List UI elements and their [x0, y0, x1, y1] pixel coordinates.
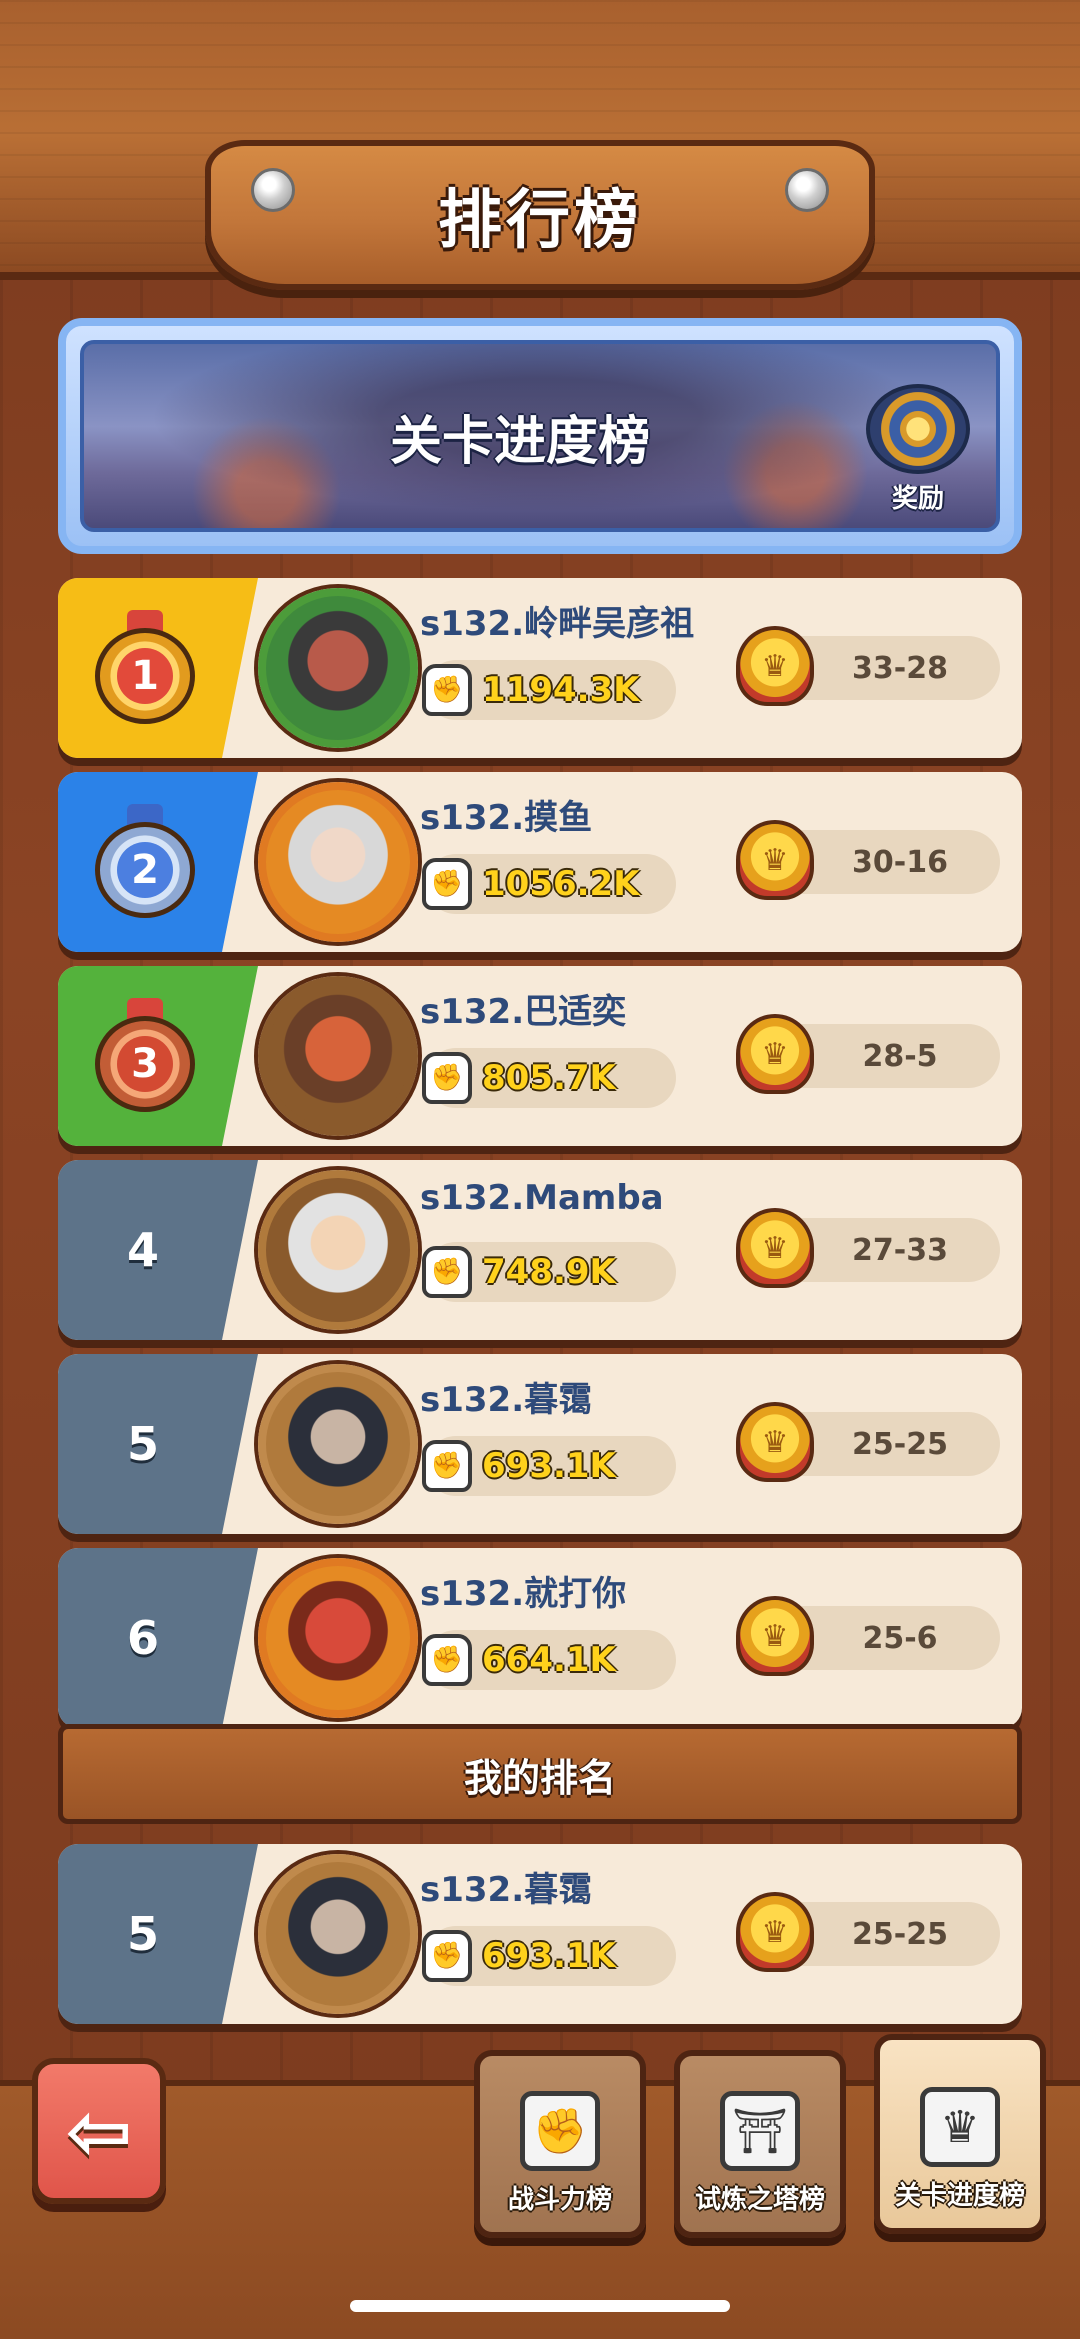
rank-number: 3: [117, 1036, 173, 1092]
fist-icon: ✊: [422, 858, 472, 910]
avatar[interactable]: [258, 782, 418, 942]
rank-number: 4: [126, 1223, 159, 1277]
power-badge: ✊ 748.9K: [422, 1242, 676, 1302]
rank-panel: 3: [58, 966, 258, 1146]
my-rank-title: 我的排名: [463, 1755, 616, 1800]
crown-badge-icon: ♛: [736, 820, 814, 900]
avatar[interactable]: [258, 588, 418, 748]
tab-label: 试炼之塔榜: [694, 2185, 825, 2215]
bolt-icon: [251, 168, 295, 212]
player-name: s132.暮霭: [420, 1870, 593, 1910]
power-badge: ✊ 664.1K: [422, 1630, 676, 1690]
leaderboard-banner: 关卡进度榜 奖励: [58, 318, 1022, 554]
crown-shield-icon: ♛: [920, 2087, 1000, 2167]
rank-number: 5: [126, 1417, 159, 1471]
back-button[interactable]: ⇦: [32, 2058, 166, 2204]
bronze-medal-icon: 3: [93, 998, 197, 1114]
tab-power-ranking[interactable]: ✊ 战斗力榜: [474, 2050, 646, 2238]
rank-panel: 6: [58, 1548, 258, 1728]
reward-chest-icon: [866, 384, 970, 474]
power-badge: ✊ 693.1K: [422, 1926, 676, 1986]
banner-background: 关卡进度榜 奖励: [80, 340, 1000, 532]
rank-number: 2: [117, 842, 173, 898]
banner-title: 关卡进度榜: [389, 411, 650, 472]
rank-number: 1: [117, 648, 173, 704]
page-title: 排行榜: [438, 184, 642, 258]
my-rank-header: 我的排名: [58, 1724, 1022, 1824]
fist-icon: ✊: [422, 1052, 472, 1104]
crown-badge-icon: ♛: [736, 1014, 814, 1094]
fist-icon: ✊: [422, 1634, 472, 1686]
rank-panel: 2: [58, 772, 258, 952]
reward-button[interactable]: 奖励: [858, 384, 978, 524]
fist-icon: ✊: [422, 1440, 472, 1492]
home-indicator: [350, 2300, 730, 2312]
tab-stage-progress-ranking[interactable]: ♛ 关卡进度榜: [874, 2034, 1046, 2234]
my-rank-row[interactable]: 5 s132.暮霭 ✊ 693.1K 25-25 ♛: [58, 1844, 1022, 2024]
power-value: 748.9K: [482, 1252, 616, 1292]
power-badge: ✊ 1056.2K: [422, 854, 676, 914]
leaderboard-row[interactable]: 3 s132.巴适奕 ✊ 805.7K 28-5 ♛: [58, 966, 1022, 1146]
player-name: s132.岭畔吴彦祖: [420, 604, 695, 644]
leaderboard-row[interactable]: 5 s132.暮霭 ✊ 693.1K 25-25 ♛: [58, 1354, 1022, 1534]
power-badge: ✊ 1194.3K: [422, 660, 676, 720]
power-badge: ✊ 805.7K: [422, 1048, 676, 1108]
tab-label: 战斗力榜: [507, 2185, 612, 2215]
rank-panel: 5: [58, 1354, 258, 1534]
rank-number: 5: [126, 1907, 159, 1961]
player-name: s132.摸鱼: [420, 798, 593, 838]
crown-badge-icon: ♛: [736, 1208, 814, 1288]
crown-badge-icon: ♛: [736, 1402, 814, 1482]
power-value: 805.7K: [482, 1058, 616, 1098]
rank-number: 6: [126, 1611, 159, 1665]
avatar[interactable]: [258, 1170, 418, 1330]
rank-panel: 1: [58, 578, 258, 758]
silver-medal-icon: 2: [93, 804, 197, 920]
reward-label: 奖励: [891, 484, 944, 514]
crown-badge-icon: ♛: [736, 626, 814, 706]
power-value: 1194.3K: [482, 670, 640, 710]
power-value: 693.1K: [482, 1936, 616, 1976]
fist-icon: ✊: [422, 1930, 472, 1982]
gold-medal-icon: 1: [93, 610, 197, 726]
crown-badge-icon: ♛: [736, 1596, 814, 1676]
avatar[interactable]: [258, 1364, 418, 1524]
power-value: 693.1K: [482, 1446, 616, 1486]
avatar[interactable]: [258, 1558, 418, 1718]
leaderboard-row[interactable]: 2 s132.摸鱼 ✊ 1056.2K 30-16 ♛: [58, 772, 1022, 952]
power-value: 1056.2K: [482, 864, 640, 904]
leaderboard-row[interactable]: 1 s132.岭畔吴彦祖 ✊ 1194.3K 33-28 ♛: [58, 578, 1022, 758]
rank-panel: 4: [58, 1160, 258, 1340]
player-name: s132.就打你: [420, 1574, 627, 1614]
rank-panel: 5: [58, 1844, 258, 2024]
fist-icon: ✊: [422, 664, 472, 716]
player-name: s132.巴适奕: [420, 992, 627, 1032]
tab-label: 关卡进度榜: [894, 2181, 1025, 2211]
player-name: s132.暮霭: [420, 1380, 593, 1420]
leaderboard-row[interactable]: 6 s132.就打你 ✊ 664.1K 25-6 ♛: [58, 1548, 1022, 1728]
tower-icon: ⛩: [720, 2091, 800, 2171]
bolt-icon: [785, 168, 829, 212]
fist-icon: ✊: [520, 2091, 600, 2171]
player-name: s132.Mamba: [420, 1178, 664, 1218]
power-badge: ✊ 693.1K: [422, 1436, 676, 1496]
back-arrow-icon: ⇦: [65, 2084, 133, 2178]
fist-icon: ✊: [422, 1246, 472, 1298]
avatar[interactable]: [258, 976, 418, 1136]
tab-tower-ranking[interactable]: ⛩ 试炼之塔榜: [674, 2050, 846, 2238]
leaderboard-row[interactable]: 4 s132.Mamba ✊ 748.9K 27-33 ♛: [58, 1160, 1022, 1340]
power-value: 664.1K: [482, 1640, 616, 1680]
avatar[interactable]: [258, 1854, 418, 2014]
crown-badge-icon: ♛: [736, 1892, 814, 1972]
title-plank: 排行榜: [205, 140, 875, 290]
